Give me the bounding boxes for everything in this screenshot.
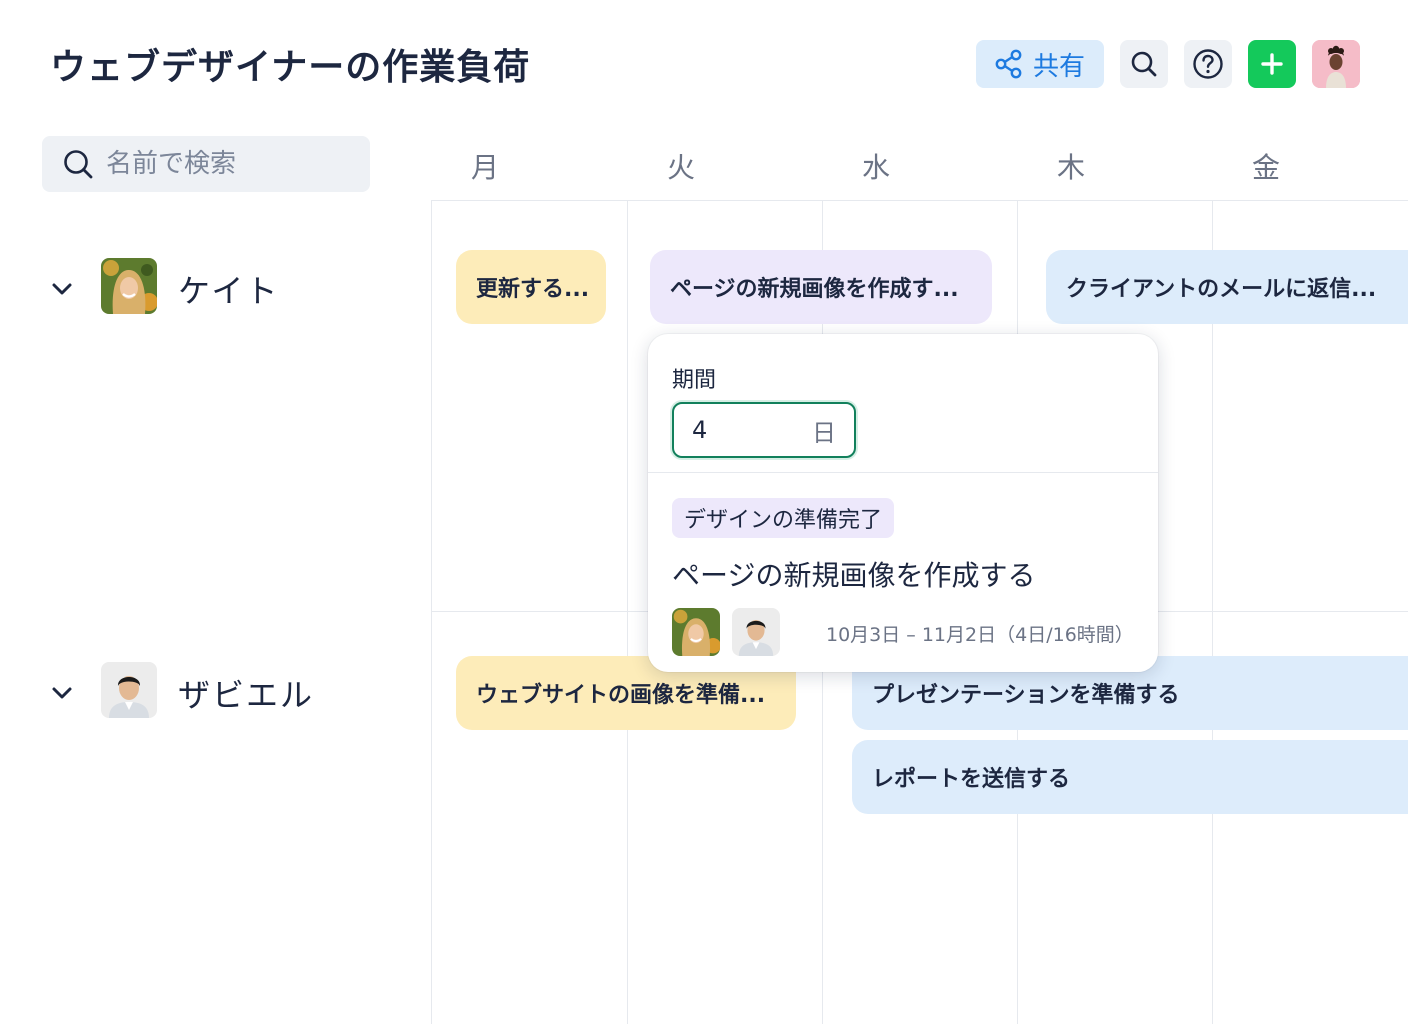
status-badge[interactable]: デザインの準備完了 [672, 498, 895, 538]
avatar [732, 608, 780, 656]
person-name: ケイト [178, 272, 280, 310]
chevron-down-icon[interactable] [50, 277, 74, 301]
task-popover: 期間 日 デザインの準備完了 ページの新規画像を作成する 10月3日 – 11月… [648, 334, 1158, 672]
grid-divider [627, 200, 628, 1024]
popover-task-title: ページの新規画像を作成する [672, 559, 1036, 592]
day-header-tue: 火 [667, 151, 696, 184]
grid-divider [432, 200, 1408, 201]
share-label: 共有 [1032, 51, 1085, 82]
search-icon [64, 150, 93, 179]
task-card[interactable]: ページの新規画像を作成す... [650, 250, 992, 324]
task-card[interactable]: 更新する... [456, 250, 606, 324]
task-card[interactable]: レポートを送信する [852, 740, 1408, 814]
header-search-button[interactable] [1120, 40, 1168, 88]
day-header-mon: 月 [471, 151, 500, 184]
day-header-wed: 水 [862, 151, 891, 184]
search-icon [1131, 51, 1157, 77]
duration-unit: 日 [812, 418, 836, 447]
page-title: ウェブデザイナーの作業負荷 [50, 47, 531, 88]
duration-field[interactable]: 日 [672, 402, 856, 458]
user-avatar[interactable] [1312, 40, 1360, 88]
grid-divider [431, 200, 432, 1024]
divider [648, 472, 1158, 473]
share-icon [995, 49, 1022, 79]
help-icon [1193, 49, 1223, 79]
day-header-thu: 木 [1057, 151, 1086, 184]
help-button[interactable] [1184, 40, 1232, 88]
search-input[interactable] [106, 149, 346, 179]
add-button[interactable] [1248, 40, 1296, 88]
person-name: ザビエル [178, 676, 315, 714]
name-search[interactable] [42, 136, 370, 192]
duration-input[interactable] [692, 416, 772, 444]
day-header-fri: 金 [1252, 151, 1281, 184]
share-button[interactable]: 共有 [976, 40, 1104, 88]
duration-label: 期間 [672, 368, 717, 393]
avatar [672, 608, 720, 656]
task-card[interactable]: クライアントのメールに返信... [1046, 250, 1408, 324]
plus-icon [1261, 53, 1283, 75]
chevron-down-icon[interactable] [50, 681, 74, 705]
avatar [101, 258, 157, 314]
date-range: 10月3日 – 11月2日（4日/16時間） [826, 624, 1134, 646]
avatar [101, 662, 157, 718]
